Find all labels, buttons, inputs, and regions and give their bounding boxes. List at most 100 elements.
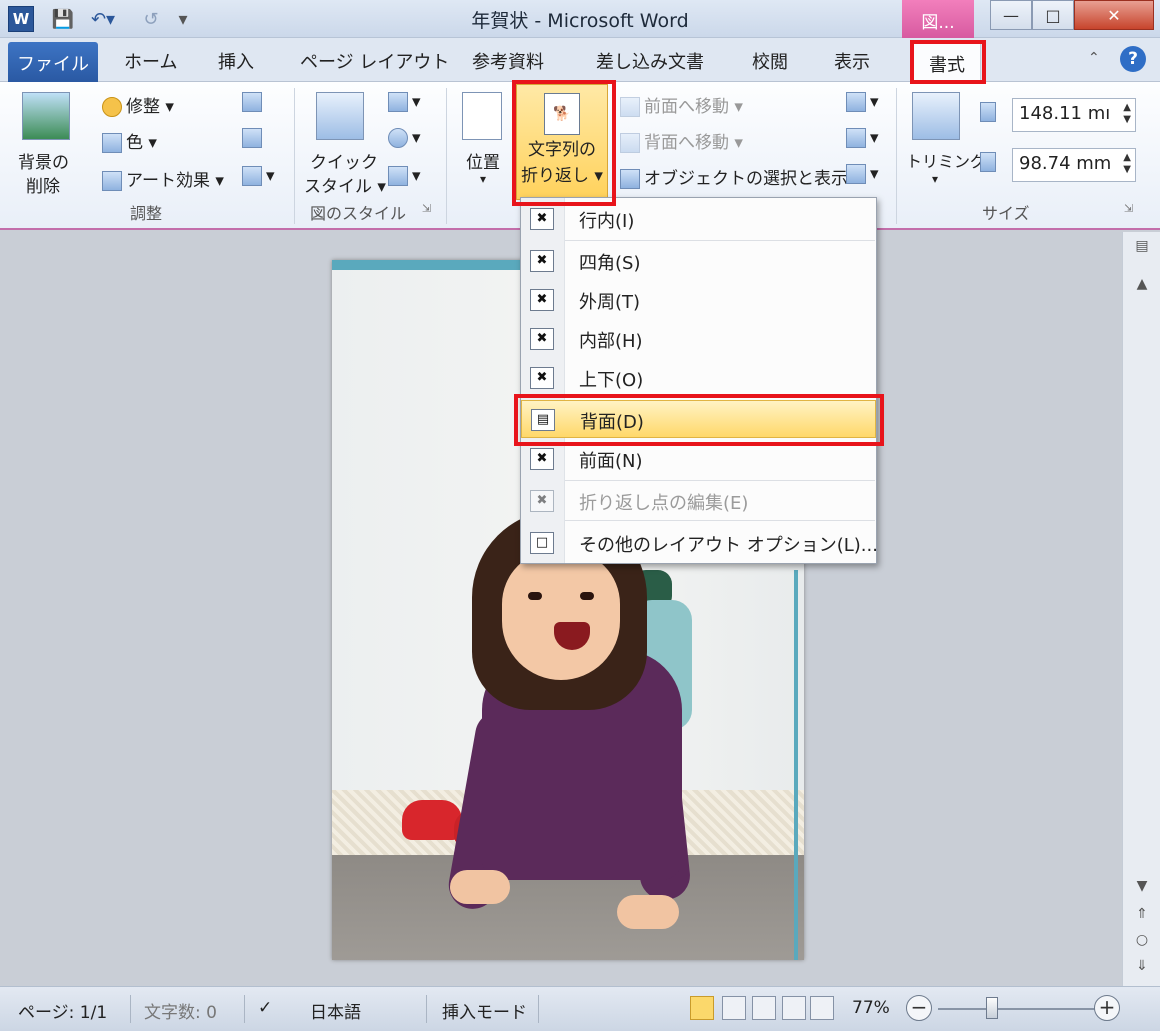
sun-icon [102, 97, 122, 117]
full-screen-reading-icon[interactable] [722, 996, 746, 1020]
group-glyph [846, 128, 866, 148]
menu-separator [565, 240, 875, 241]
scroll-up-arrow-icon[interactable]: ▲ [1131, 276, 1153, 292]
size-dialog-launcher-icon[interactable]: ⇲ [1124, 202, 1133, 215]
quick-styles-label-1[interactable]: クイック [310, 148, 378, 173]
styles-dialog-launcher-icon[interactable]: ⇲ [422, 202, 431, 215]
photo-eye [580, 592, 594, 600]
wrap-top-bottom-icon: ✖ [530, 367, 554, 389]
quick-styles-label-2-text: スタイル [304, 177, 372, 197]
select-browse-object-icon[interactable]: ○ [1131, 932, 1153, 948]
crop-label[interactable]: トリミング [906, 148, 986, 172]
quick-styles-label-2[interactable]: スタイル ▾ [304, 172, 386, 197]
tab-insert[interactable]: 挿入 [218, 48, 254, 74]
position-icon[interactable] [462, 92, 502, 140]
menu-item-through[interactable]: ✖ 内部(H) [521, 320, 876, 358]
close-button[interactable]: ✕ [1074, 0, 1154, 30]
next-page-icon[interactable]: ⇓ [1131, 958, 1153, 974]
rotate-icon[interactable]: ▾ [846, 164, 879, 184]
tab-mailings[interactable]: 差し込み文書 [596, 48, 704, 74]
tab-page-layout[interactable]: ページ レイアウト [300, 48, 449, 74]
draft-view-icon[interactable] [810, 996, 834, 1020]
selection-pane-button[interactable]: オブジェクトの選択と表示 [620, 164, 848, 189]
outline-view-icon[interactable] [782, 996, 806, 1020]
picture-layout-icon[interactable]: ▾ [388, 166, 421, 186]
menu-item-label: 内部(H) [579, 331, 643, 352]
zoom-slider-thumb[interactable] [986, 997, 998, 1019]
zoom-out-icon[interactable]: − [906, 995, 932, 1021]
selection-pane-icon [620, 169, 640, 189]
tab-view[interactable]: 表示 [834, 48, 870, 74]
align-icon[interactable]: ▾ [846, 92, 879, 112]
web-layout-icon[interactable] [752, 996, 776, 1020]
collapse-ribbon-icon[interactable]: ⌃ [1088, 50, 1100, 66]
crop-icon[interactable] [912, 92, 960, 140]
minimize-button[interactable]: — [990, 0, 1032, 30]
picture-effects-icon[interactable]: ▾ [388, 128, 421, 148]
previous-page-icon[interactable]: ⇑ [1131, 906, 1153, 922]
menu-item-top-bottom[interactable]: ✖ 上下(O) [521, 359, 876, 397]
tab-file[interactable]: ファイル [8, 42, 98, 82]
height-field[interactable]: 148.11 mı ▲ ▼ [1012, 98, 1136, 132]
change-picture-icon[interactable] [242, 128, 266, 148]
ruler-toggle-icon[interactable]: ▤ [1131, 238, 1153, 254]
menu-item-tight[interactable]: ✖ 外周(T) [521, 281, 876, 319]
zoom-level[interactable]: 77% [852, 998, 890, 1018]
tab-references[interactable]: 参考資料 [472, 48, 544, 74]
zoom-slider-track[interactable] [938, 1008, 1098, 1010]
status-separator [244, 995, 245, 1023]
picture-tools-context-tab: 図... [902, 0, 974, 38]
position-dropdown-icon[interactable]: ▾ [480, 172, 486, 186]
language[interactable]: 日本語 [310, 998, 361, 1023]
remove-background-icon[interactable] [22, 92, 70, 140]
height-value: 148.11 mı [1019, 103, 1111, 124]
menu-separator [565, 480, 875, 481]
scroll-down-arrow-icon[interactable]: ▼ [1131, 878, 1153, 894]
group-separator [896, 88, 897, 224]
pen-icon [388, 92, 408, 112]
reset-picture-icon[interactable]: ▾ [242, 166, 275, 186]
help-icon[interactable]: ? [1120, 46, 1146, 72]
group-separator [446, 88, 447, 224]
menu-item-label: 四角(S) [579, 253, 641, 274]
effects-icon [388, 128, 408, 148]
remove-background-label-2[interactable]: 削除 [26, 172, 60, 197]
menu-item-more-layout-options[interactable]: □ その他のレイアウト オプション(L)... [521, 524, 878, 562]
layout-options-icon: □ [530, 532, 554, 554]
quick-styles-icon[interactable] [316, 92, 364, 140]
insert-mode[interactable]: 挿入モード [442, 998, 527, 1023]
rotate-glyph [846, 164, 866, 184]
status-separator [538, 995, 539, 1023]
remove-background-label-1[interactable]: 背景の [18, 148, 69, 173]
group-objects-icon[interactable]: ▾ [846, 128, 879, 148]
print-layout-view-icon[interactable] [690, 996, 714, 1020]
page-count[interactable]: ページ: 1/1 [18, 998, 107, 1023]
crop-dropdown-icon[interactable]: ▾ [932, 172, 938, 186]
position-label[interactable]: 位置 [466, 148, 500, 173]
status-bar: ページ: 1/1 文字数: 0 ✓ 日本語 挿入モード 77% − + [0, 986, 1160, 1031]
compress-pictures-icon[interactable] [242, 92, 266, 112]
word-count[interactable]: 文字数: 0 [144, 998, 217, 1023]
menu-item-square[interactable]: ✖ 四角(S) [521, 242, 876, 280]
highlight-format-tab [910, 40, 986, 84]
picture-border-icon[interactable]: ▾ [388, 92, 421, 112]
color-button[interactable]: 色 ▾ [102, 128, 157, 153]
proofing-icon[interactable]: ✓ [258, 998, 272, 1018]
menu-item-label: 上下(O) [579, 370, 644, 391]
bring-forward-label: 前面へ移動 [644, 97, 729, 117]
tab-home[interactable]: ホーム [124, 48, 177, 74]
tab-review[interactable]: 校閲 [752, 48, 788, 74]
corrections-button[interactable]: 修整 ▾ [102, 92, 174, 117]
height-spinner[interactable]: ▲ ▼ [1123, 102, 1131, 126]
vertical-scrollbar[interactable]: ▤ ▲ ▼ ⇑ ○ ⇓ [1122, 232, 1160, 986]
wrap-tight-icon: ✖ [530, 289, 554, 311]
maximize-button[interactable]: □ [1032, 0, 1074, 30]
zoom-in-icon[interactable]: + [1094, 995, 1120, 1021]
art-effects-button[interactable]: アート効果 ▾ [102, 166, 224, 191]
width-field[interactable]: 98.74 mm ▲ ▼ [1012, 148, 1136, 182]
group-label-size: サイズ [982, 204, 1030, 223]
highlight-wrap-text-button [512, 80, 616, 206]
photo-hand [617, 895, 679, 929]
wrap-in-front-icon: ✖ [530, 448, 554, 470]
width-spinner[interactable]: ▲ ▼ [1123, 152, 1131, 176]
